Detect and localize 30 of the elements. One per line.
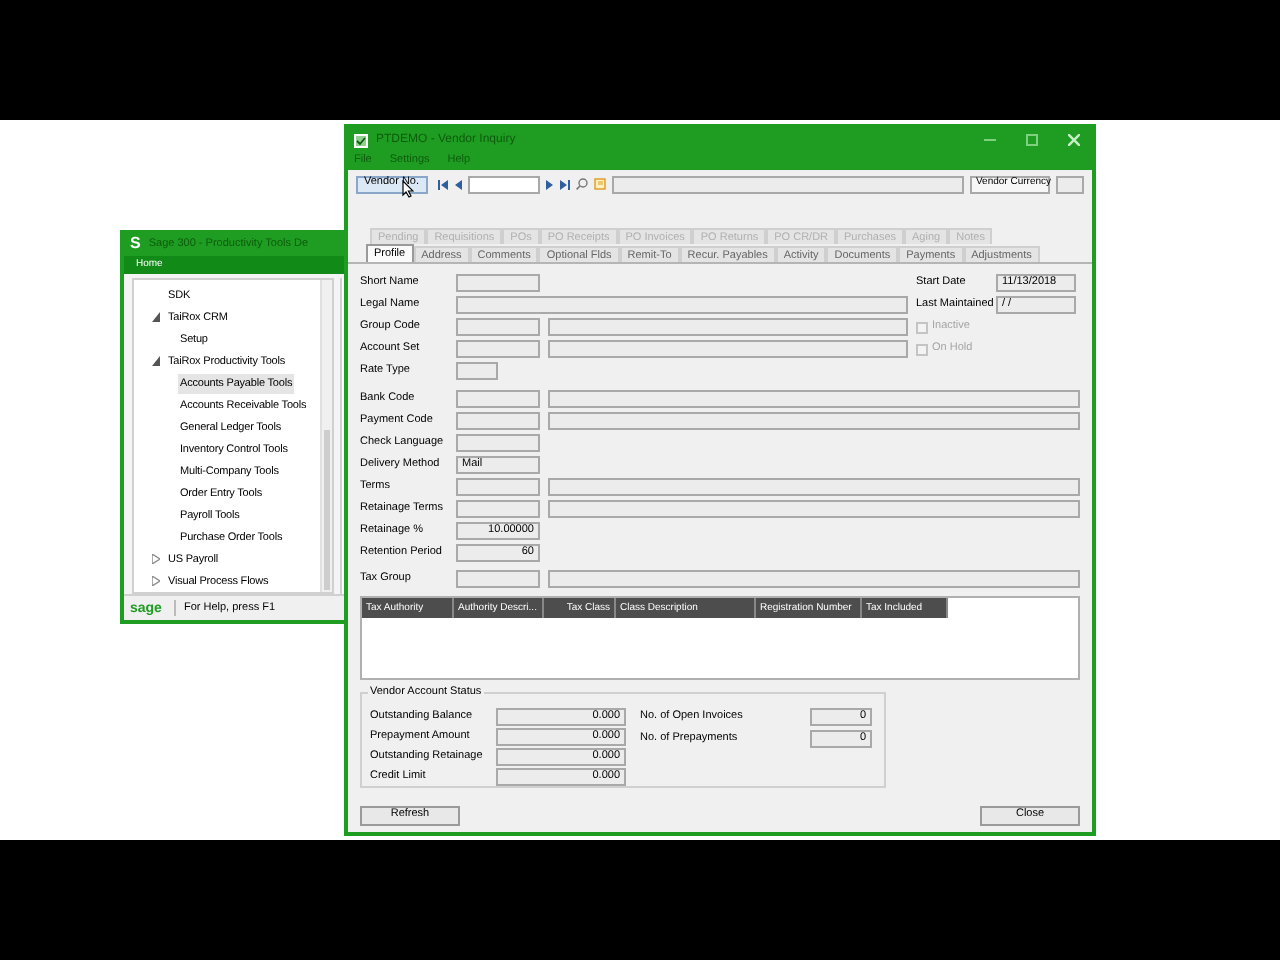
input-field[interactable] <box>456 412 540 430</box>
input-field[interactable] <box>456 478 540 496</box>
last-record-icon[interactable] <box>559 179 570 189</box>
input-field[interactable] <box>456 570 540 588</box>
app-icon <box>354 133 368 147</box>
input-field[interactable] <box>456 340 540 358</box>
input-field[interactable] <box>456 390 540 408</box>
new-document-icon[interactable] <box>593 178 606 190</box>
first-record-icon[interactable] <box>437 179 448 189</box>
input-field[interactable] <box>456 274 540 292</box>
input-field[interactable] <box>456 434 540 452</box>
close-icon[interactable] <box>1068 134 1080 146</box>
expanded-arrow-icon[interactable] <box>152 312 160 323</box>
cursor-icon <box>402 180 414 198</box>
scrollbar[interactable] <box>320 280 332 593</box>
currency-field <box>1056 175 1084 193</box>
minimize-icon[interactable] <box>984 134 996 146</box>
app-logo: S <box>130 235 141 252</box>
previous-record-icon[interactable] <box>453 179 462 189</box>
expanded-arrow-icon[interactable] <box>152 356 160 367</box>
input-field[interactable] <box>456 296 908 314</box>
search-icon[interactable] <box>575 178 588 190</box>
collapsed-arrow-icon[interactable] <box>152 554 160 565</box>
next-record-icon[interactable] <box>545 179 554 189</box>
input-field[interactable] <box>456 362 498 380</box>
input-field[interactable] <box>456 318 540 336</box>
input-field[interactable] <box>456 500 540 518</box>
vendor-number-field[interactable] <box>467 175 540 193</box>
collapsed-arrow-icon[interactable] <box>152 576 160 587</box>
maximize-icon[interactable] <box>1026 134 1038 146</box>
